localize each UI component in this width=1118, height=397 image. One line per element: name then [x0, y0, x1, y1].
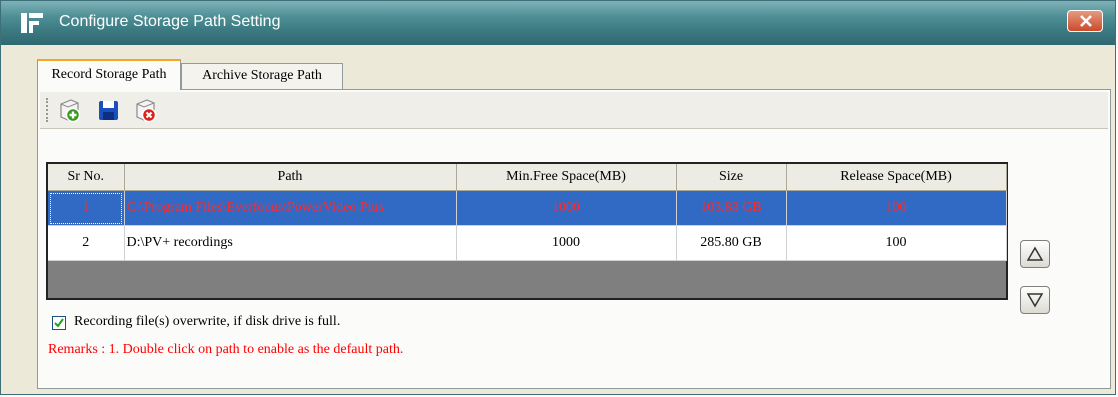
table-row[interactable]: 2 D:\PV+ recordings 1000 285.80 GB 100 — [48, 225, 1007, 261]
cell-path[interactable]: D:\PV+ recordings — [124, 225, 457, 261]
triangle-up-icon — [1026, 246, 1044, 261]
config-window: Configure Storage Path Setting Record St… — [0, 0, 1116, 395]
add-path-button[interactable] — [56, 96, 84, 124]
close-button[interactable] — [1067, 10, 1103, 32]
cell-min-free-space[interactable]: 1000 — [456, 225, 677, 261]
close-icon — [1080, 15, 1092, 27]
save-icon — [99, 101, 118, 120]
window-client: Record Storage Path Archive Storage Path — [7, 45, 1111, 389]
add-path-icon — [60, 99, 81, 123]
cell-size[interactable]: 285.80 GB — [676, 225, 787, 261]
delete-path-icon — [136, 99, 157, 123]
column-header-release-space[interactable]: Release Space(MB) — [786, 164, 1007, 191]
overwrite-label[interactable]: Recording file(s) overwrite, if disk dri… — [74, 314, 340, 330]
remarks-text: Remarks : 1. Double click on path to ena… — [48, 342, 404, 357]
cell-sr-no[interactable]: 2 — [48, 225, 125, 261]
table-header-row: Sr No. Path Min.Free Space(MB) Size Rele… — [48, 164, 1007, 191]
overwrite-checkbox[interactable] — [52, 316, 66, 330]
delete-path-button[interactable] — [132, 96, 160, 124]
cell-sr-no[interactable]: 1 — [48, 190, 125, 226]
cell-size[interactable]: 103.83 GB — [676, 190, 787, 226]
triangle-down-icon — [1026, 293, 1044, 308]
record-storage-panel: Sr No. Path Min.Free Space(MB) Size Rele… — [37, 89, 1111, 389]
app-icon — [21, 13, 43, 33]
tab-archive-storage-path[interactable]: Archive Storage Path — [181, 63, 343, 89]
tab-record-storage-path[interactable]: Record Storage Path — [37, 59, 181, 90]
storage-path-grid[interactable]: Sr No. Path Min.Free Space(MB) Size Rele… — [46, 162, 1008, 300]
move-down-button[interactable] — [1020, 286, 1050, 314]
toolbar — [40, 92, 1108, 129]
column-header-min-free-space[interactable]: Min.Free Space(MB) — [456, 164, 677, 191]
title-bar: Configure Storage Path Setting — [1, 1, 1115, 45]
checkmark-icon — [54, 318, 64, 328]
column-header-path[interactable]: Path — [124, 164, 457, 191]
window-title: Configure Storage Path Setting — [59, 13, 281, 30]
save-button[interactable] — [94, 96, 122, 124]
cell-path[interactable]: C:\Program Files\Everfocus\PowerVideo Pl… — [124, 190, 457, 226]
storage-path-table: Sr No. Path Min.Free Space(MB) Size Rele… — [48, 164, 1007, 261]
cell-min-free-space[interactable]: 1000 — [456, 190, 677, 226]
toolbar-grip — [46, 98, 51, 122]
cell-release-space[interactable]: 100 — [786, 225, 1007, 261]
column-header-sr-no[interactable]: Sr No. — [48, 164, 125, 191]
move-up-button[interactable] — [1020, 240, 1050, 268]
column-header-size[interactable]: Size — [676, 164, 787, 191]
table-row[interactable]: 1 C:\Program Files\Everfocus\PowerVideo … — [48, 190, 1007, 226]
cell-release-space[interactable]: 100 — [786, 190, 1007, 226]
